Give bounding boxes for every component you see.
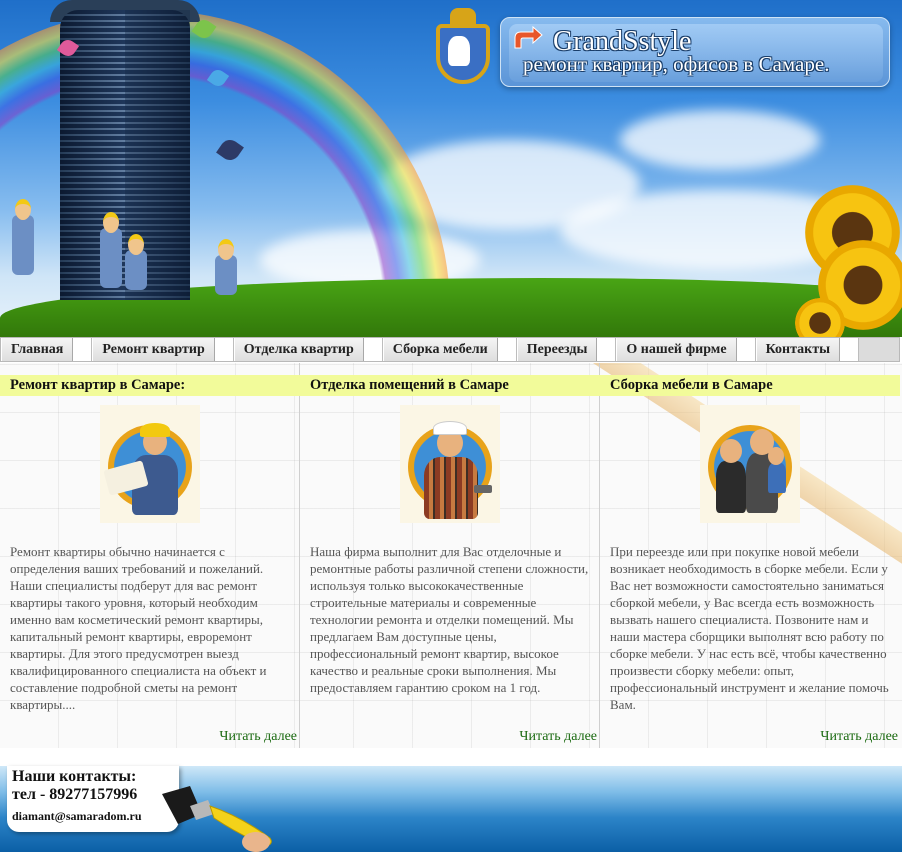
column-text: Ремонт квартиры обычно начинается с опре… bbox=[10, 544, 267, 712]
worker-figure bbox=[12, 199, 34, 275]
nav-item-finishing[interactable]: Отделка квартир bbox=[233, 338, 364, 361]
nav-divider bbox=[363, 338, 383, 361]
footer: Наши контакты: тел - 89277157996 diamant… bbox=[0, 766, 902, 852]
worker-with-blueprint-image bbox=[100, 405, 200, 523]
read-more-link[interactable]: Читать далее bbox=[820, 729, 898, 745]
nav-item-contacts[interactable]: Контакты bbox=[755, 338, 841, 361]
nav-divider bbox=[597, 338, 617, 361]
nav-divider bbox=[840, 338, 860, 361]
main-content: Ремонт квартир в Самаре: Ремонт квартиры… bbox=[0, 363, 902, 748]
cloud bbox=[620, 110, 820, 170]
column-title: Отделка помещений в Самаре bbox=[300, 375, 600, 396]
read-more-link[interactable]: Читать далее bbox=[519, 729, 597, 745]
logo-subtitle: ремонт квартир, офисов в Самаре. bbox=[523, 52, 830, 76]
column-title: Сборка мебели в Самаре bbox=[600, 375, 900, 396]
nav-divider bbox=[497, 338, 517, 361]
column-title: Ремонт квартир в Самаре: bbox=[0, 375, 300, 396]
worker-with-hammer-image bbox=[400, 405, 500, 523]
service-column-renovation: Ремонт квартир в Самаре: Ремонт квартиры… bbox=[0, 363, 300, 748]
worker-figure bbox=[215, 239, 237, 295]
contact-phone[interactable]: тел - 89277157996 bbox=[12, 786, 137, 804]
nav-item-renovation[interactable]: Ремонт квартир bbox=[92, 338, 215, 361]
samara-emblem-icon bbox=[428, 8, 498, 88]
paint-brush-icon bbox=[162, 786, 272, 852]
nav-item-moving[interactable]: Переезды bbox=[516, 338, 598, 361]
nav-divider bbox=[214, 338, 234, 361]
contacts-title: Наши контакты: bbox=[12, 768, 137, 785]
contacts-box: Наши контакты: тел - 89277157996 diamant… bbox=[7, 766, 179, 832]
arrow-icon bbox=[514, 26, 543, 49]
worker-figure bbox=[100, 212, 122, 288]
column-text: Наша фирма выполнит для Вас отделочные и… bbox=[310, 544, 589, 695]
column-text: При переезде или при покупке новой мебел… bbox=[610, 544, 889, 712]
contact-email[interactable]: diamant@samaradom.ru bbox=[12, 809, 142, 824]
nav-item-about[interactable]: О нашей фирме bbox=[616, 338, 737, 361]
site-logo[interactable]: GrandSstyle ремонт квартир, офисов в Сам… bbox=[500, 17, 890, 87]
family-image bbox=[700, 405, 800, 523]
service-column-finishing: Отделка помещений в Самаре Наша фирма вы… bbox=[300, 363, 600, 748]
nav-divider bbox=[73, 338, 93, 361]
read-more-link[interactable]: Читать далее bbox=[219, 729, 297, 745]
header-banner: GrandSstyle ремонт квартир, офисов в Сам… bbox=[0, 0, 902, 337]
service-column-furniture: Сборка мебели в Самаре При переезде или … bbox=[600, 363, 900, 748]
nav-item-furniture-assembly[interactable]: Сборка мебели bbox=[382, 338, 498, 361]
main-navigation: Главная Ремонт квартир Отделка квартир С… bbox=[0, 337, 900, 362]
worker-figure bbox=[125, 234, 147, 290]
nav-divider bbox=[736, 338, 756, 361]
nav-item-home[interactable]: Главная bbox=[1, 338, 74, 361]
